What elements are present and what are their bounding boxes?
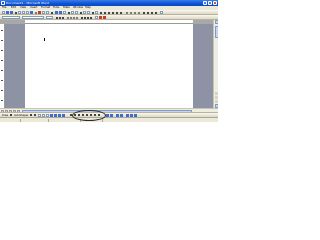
italic-button-icon[interactable] [59,16,61,19]
zoom-dropdown[interactable] [95,11,98,14]
previous-page-icon[interactable] [214,92,218,95]
print-icon[interactable] [22,11,25,14]
permission-icon[interactable] [15,11,17,14]
minimize-button[interactable] [203,1,207,5]
bold-button-icon[interactable] [56,16,58,19]
tables-borders-icon[interactable] [68,11,70,14]
justify-button-icon[interactable] [76,16,78,19]
read-icon[interactable] [104,11,106,14]
text-cursor [44,38,45,41]
ruler-tick [1,40,3,41]
open-icon[interactable] [6,11,9,14]
annotation-ellipse [72,110,106,121]
drawing-icon[interactable] [83,11,86,14]
align-left-icon[interactable] [126,11,128,14]
paste-icon[interactable] [46,11,49,14]
email-icon[interactable] [18,11,21,14]
status-bar [0,117,218,122]
indent-icon[interactable] [155,11,157,14]
justify-icon[interactable] [138,11,140,14]
insert-excel-icon[interactable] [75,11,78,14]
numbered-list-icon[interactable] [81,16,83,19]
bullets-icon[interactable] [151,11,153,14]
new-document-icon[interactable] [2,11,5,14]
ruler-tick [1,70,3,71]
numbering-icon[interactable] [147,11,149,14]
underline-button-icon[interactable] [62,16,64,19]
select-objects-icon[interactable] [10,114,12,116]
show-hide-icon[interactable] [92,11,94,14]
ruler-tick [1,60,3,61]
document-map-icon[interactable] [87,11,90,14]
document-page[interactable] [25,24,193,108]
font-size-select[interactable] [46,16,53,19]
word-app-icon[interactable] [1,1,5,5]
line-spacing-icon[interactable] [143,11,145,14]
status-position [22,119,49,122]
italic-icon[interactable] [116,11,118,14]
format-painter-icon[interactable] [51,11,53,14]
border-icon[interactable] [160,11,163,14]
center-button-icon[interactable] [70,16,72,19]
bold-icon[interactable] [112,11,114,14]
help-icon[interactable] [100,11,102,14]
increase-indent-icon[interactable] [90,16,92,19]
decrease-indent-icon[interactable] [87,16,89,19]
ruler-tick [1,30,3,31]
style-select[interactable] [2,16,20,19]
highlight-icon[interactable] [99,16,102,19]
arrow-icon[interactable] [34,114,36,116]
status-page [2,119,21,122]
separator-icon [108,11,110,14]
ruler-tick [1,80,3,81]
research-icon[interactable] [35,11,37,14]
underline-icon[interactable] [120,11,122,14]
spelling-icon[interactable] [30,11,33,14]
word-window: Document1 - Microsoft Word File Edit Vie… [0,0,218,122]
hyperlink-icon[interactable] [63,11,66,14]
font-select[interactable] [22,16,44,19]
bulleted-list-icon[interactable] [84,16,86,19]
ruler-tick [1,50,3,51]
maximize-button[interactable] [208,1,212,5]
copy-icon[interactable] [42,11,45,14]
ruler-tick [1,90,3,91]
align-right-button-icon[interactable] [73,16,75,19]
insert-table-icon[interactable] [71,11,74,14]
vertical-scroll-thumb[interactable] [214,26,218,38]
redo-icon[interactable] [59,11,62,14]
next-page-icon[interactable] [214,100,218,103]
print-preview-icon[interactable] [26,11,29,14]
vertical-scrollbar[interactable] [213,20,218,108]
undo-icon[interactable] [55,11,58,14]
save-icon[interactable] [10,11,13,14]
document-workspace [5,24,213,108]
columns-icon[interactable] [80,11,82,14]
scroll-up-icon[interactable] [214,20,218,24]
outside-border-icon[interactable] [95,16,98,19]
font-color-icon[interactable] [103,16,106,19]
align-center-icon[interactable] [130,11,132,14]
align-right-icon[interactable] [134,11,136,14]
close-button[interactable] [213,1,217,5]
cut-icon[interactable] [38,11,41,14]
line-icon[interactable] [30,114,32,116]
ruler-tick [1,100,3,101]
align-left-button-icon[interactable] [67,16,69,19]
select-browse-object-icon[interactable] [214,96,218,99]
